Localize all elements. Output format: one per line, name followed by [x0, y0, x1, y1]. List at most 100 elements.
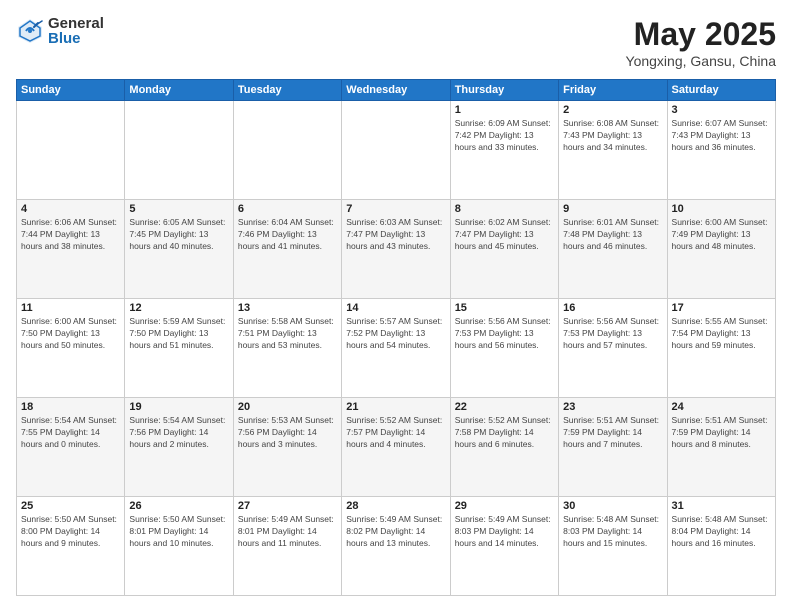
day-number: 1: [455, 104, 554, 116]
calendar-cell: 9 Sunrise: 6:01 AM Sunset: 7:48 PM Daylig…: [559, 200, 667, 299]
day-number: 19: [129, 401, 228, 413]
day-number: 23: [563, 401, 662, 413]
calendar-cell: 17 Sunrise: 5:55 AM Sunset: 7:54 PM Dayli…: [667, 299, 775, 398]
calendar-cell: 2 Sunrise: 6:08 AM Sunset: 7:43 PM Daylig…: [559, 101, 667, 200]
day-info: Sunrise: 6:00 AM Sunset: 7:50 PM Dayligh…: [21, 316, 120, 352]
day-info: Sunrise: 6:09 AM Sunset: 7:42 PM Dayligh…: [455, 118, 554, 154]
day-info: Sunrise: 6:01 AM Sunset: 7:48 PM Dayligh…: [563, 217, 662, 253]
calendar-cell: 19 Sunrise: 5:54 AM Sunset: 7:56 PM Dayli…: [125, 398, 233, 497]
day-info: Sunrise: 5:49 AM Sunset: 8:03 PM Dayligh…: [455, 514, 554, 550]
day-number: 11: [21, 302, 120, 314]
calendar-cell: 28 Sunrise: 5:49 AM Sunset: 8:02 PM Dayli…: [342, 497, 450, 596]
calendar-cell: 15Sunrise: 5:56 AM Sunset: 7:53 PM Dayli…: [450, 299, 558, 398]
day-number: 25: [21, 500, 120, 512]
calendar-cell: 4Sunrise: 6:06 AM Sunset: 7:44 PM Daylig…: [17, 200, 125, 299]
day-number: 12: [129, 302, 228, 314]
day-info: Sunrise: 5:58 AM Sunset: 7:51 PM Dayligh…: [238, 316, 337, 352]
day-number: 17: [672, 302, 771, 314]
calendar-cell: 14Sunrise: 5:57 AM Sunset: 7:52 PM Dayli…: [342, 299, 450, 398]
calendar-week-5: 25Sunrise: 5:50 AM Sunset: 8:00 PM Dayli…: [17, 497, 776, 596]
day-number: 6: [238, 203, 337, 215]
day-info: Sunrise: 6:08 AM Sunset: 7:43 PM Dayligh…: [563, 118, 662, 154]
day-info: Sunrise: 5:57 AM Sunset: 7:52 PM Dayligh…: [346, 316, 445, 352]
logo-text: General Blue: [48, 16, 104, 46]
day-number: 7: [346, 203, 445, 215]
calendar-week-1: 1 Sunrise: 6:09 AM Sunset: 7:42 PM Daylig…: [17, 101, 776, 200]
day-info: Sunrise: 5:54 AM Sunset: 7:56 PM Dayligh…: [129, 415, 228, 451]
day-number: 10: [672, 203, 771, 215]
day-info: Sunrise: 5:52 AM Sunset: 7:58 PM Dayligh…: [455, 415, 554, 451]
day-info: Sunrise: 5:52 AM Sunset: 7:57 PM Dayligh…: [346, 415, 445, 451]
weekday-header-tuesday: Tuesday: [233, 80, 341, 101]
calendar-cell: [125, 101, 233, 200]
calendar-cell: 26 Sunrise: 5:50 AM Sunset: 8:01 PM Dayli…: [125, 497, 233, 596]
weekday-header-wednesday: Wednesday: [342, 80, 450, 101]
day-number: 20: [238, 401, 337, 413]
day-number: 29: [455, 500, 554, 512]
calendar-cell: 23Sunrise: 5:51 AM Sunset: 7:59 PM Dayli…: [559, 398, 667, 497]
day-info: Sunrise: 5:59 AM Sunset: 7:50 PM Dayligh…: [129, 316, 228, 352]
calendar-cell: [17, 101, 125, 200]
calendar-header-row: SundayMondayTuesdayWednesdayThursdayFrid…: [17, 80, 776, 101]
calendar-cell: 20 Sunrise: 5:53 AM Sunset: 7:56 PM Dayli…: [233, 398, 341, 497]
weekday-header-friday: Friday: [559, 80, 667, 101]
day-number: 13: [238, 302, 337, 314]
day-number: 9: [563, 203, 662, 215]
day-info: Sunrise: 5:56 AM Sunset: 7:53 PM Dayligh…: [455, 316, 554, 352]
day-info: Sunrise: 5:50 AM Sunset: 8:01 PM Dayligh…: [129, 514, 228, 550]
day-info: Sunrise: 6:04 AM Sunset: 7:46 PM Dayligh…: [238, 217, 337, 253]
calendar-cell: 6 Sunrise: 6:04 AM Sunset: 7:46 PM Daylig…: [233, 200, 341, 299]
day-info: Sunrise: 6:03 AM Sunset: 7:47 PM Dayligh…: [346, 217, 445, 253]
day-number: 3: [672, 104, 771, 116]
day-number: 28: [346, 500, 445, 512]
day-info: Sunrise: 6:07 AM Sunset: 7:43 PM Dayligh…: [672, 118, 771, 154]
calendar-cell: 3 Sunrise: 6:07 AM Sunset: 7:43 PM Daylig…: [667, 101, 775, 200]
calendar-cell: 22Sunrise: 5:52 AM Sunset: 7:58 PM Dayli…: [450, 398, 558, 497]
calendar-cell: 24 Sunrise: 5:51 AM Sunset: 7:59 PM Dayli…: [667, 398, 775, 497]
day-info: Sunrise: 5:51 AM Sunset: 7:59 PM Dayligh…: [672, 415, 771, 451]
day-info: Sunrise: 6:00 AM Sunset: 7:49 PM Dayligh…: [672, 217, 771, 253]
day-info: Sunrise: 5:55 AM Sunset: 7:54 PM Dayligh…: [672, 316, 771, 352]
calendar-cell: 1 Sunrise: 6:09 AM Sunset: 7:42 PM Daylig…: [450, 101, 558, 200]
day-info: Sunrise: 5:49 AM Sunset: 8:01 PM Dayligh…: [238, 514, 337, 550]
calendar-cell: 12 Sunrise: 5:59 AM Sunset: 7:50 PM Dayli…: [125, 299, 233, 398]
calendar-week-4: 18 Sunrise: 5:54 AM Sunset: 7:55 PM Dayli…: [17, 398, 776, 497]
day-number: 2: [563, 104, 662, 116]
calendar-cell: 18 Sunrise: 5:54 AM Sunset: 7:55 PM Dayli…: [17, 398, 125, 497]
calendar-cell: 7 Sunrise: 6:03 AM Sunset: 7:47 PM Daylig…: [342, 200, 450, 299]
calendar-cell: 25Sunrise: 5:50 AM Sunset: 8:00 PM Dayli…: [17, 497, 125, 596]
day-number: 31: [672, 500, 771, 512]
page: General Blue May 2025 Yongxing, Gansu, C…: [0, 0, 792, 612]
day-info: Sunrise: 5:54 AM Sunset: 7:55 PM Dayligh…: [21, 415, 120, 451]
calendar-cell: 27 Sunrise: 5:49 AM Sunset: 8:01 PM Dayli…: [233, 497, 341, 596]
day-number: 4: [21, 203, 120, 215]
day-number: 21: [346, 401, 445, 413]
day-number: 5: [129, 203, 228, 215]
header: General Blue May 2025 Yongxing, Gansu, C…: [16, 16, 776, 69]
day-info: Sunrise: 5:53 AM Sunset: 7:56 PM Dayligh…: [238, 415, 337, 451]
calendar-cell: 31 Sunrise: 5:48 AM Sunset: 8:04 PM Dayli…: [667, 497, 775, 596]
calendar-cell: 13 Sunrise: 5:58 AM Sunset: 7:51 PM Dayli…: [233, 299, 341, 398]
day-number: 27: [238, 500, 337, 512]
logo-blue-text: Blue: [48, 31, 104, 46]
location: Yongxing, Gansu, China: [626, 53, 776, 69]
day-info: Sunrise: 5:48 AM Sunset: 8:04 PM Dayligh…: [672, 514, 771, 550]
calendar-cell: 10 Sunrise: 6:00 AM Sunset: 7:49 PM Dayli…: [667, 200, 775, 299]
day-number: 24: [672, 401, 771, 413]
calendar-week-2: 4Sunrise: 6:06 AM Sunset: 7:44 PM Daylig…: [17, 200, 776, 299]
day-info: Sunrise: 6:05 AM Sunset: 7:45 PM Dayligh…: [129, 217, 228, 253]
calendar-cell: 21 Sunrise: 5:52 AM Sunset: 7:57 PM Dayli…: [342, 398, 450, 497]
day-number: 26: [129, 500, 228, 512]
title-block: May 2025 Yongxing, Gansu, China: [626, 16, 776, 69]
day-number: 18: [21, 401, 120, 413]
day-info: Sunrise: 5:49 AM Sunset: 8:02 PM Dayligh…: [346, 514, 445, 550]
calendar-cell: 5 Sunrise: 6:05 AM Sunset: 7:45 PM Daylig…: [125, 200, 233, 299]
day-info: Sunrise: 5:56 AM Sunset: 7:53 PM Dayligh…: [563, 316, 662, 352]
day-info: Sunrise: 5:48 AM Sunset: 8:03 PM Dayligh…: [563, 514, 662, 550]
weekday-header-saturday: Saturday: [667, 80, 775, 101]
calendar-cell: [233, 101, 341, 200]
logo-general-text: General: [48, 16, 104, 31]
calendar-table: SundayMondayTuesdayWednesdayThursdayFrid…: [16, 79, 776, 596]
month-title: May 2025: [626, 16, 776, 53]
weekday-header-thursday: Thursday: [450, 80, 558, 101]
